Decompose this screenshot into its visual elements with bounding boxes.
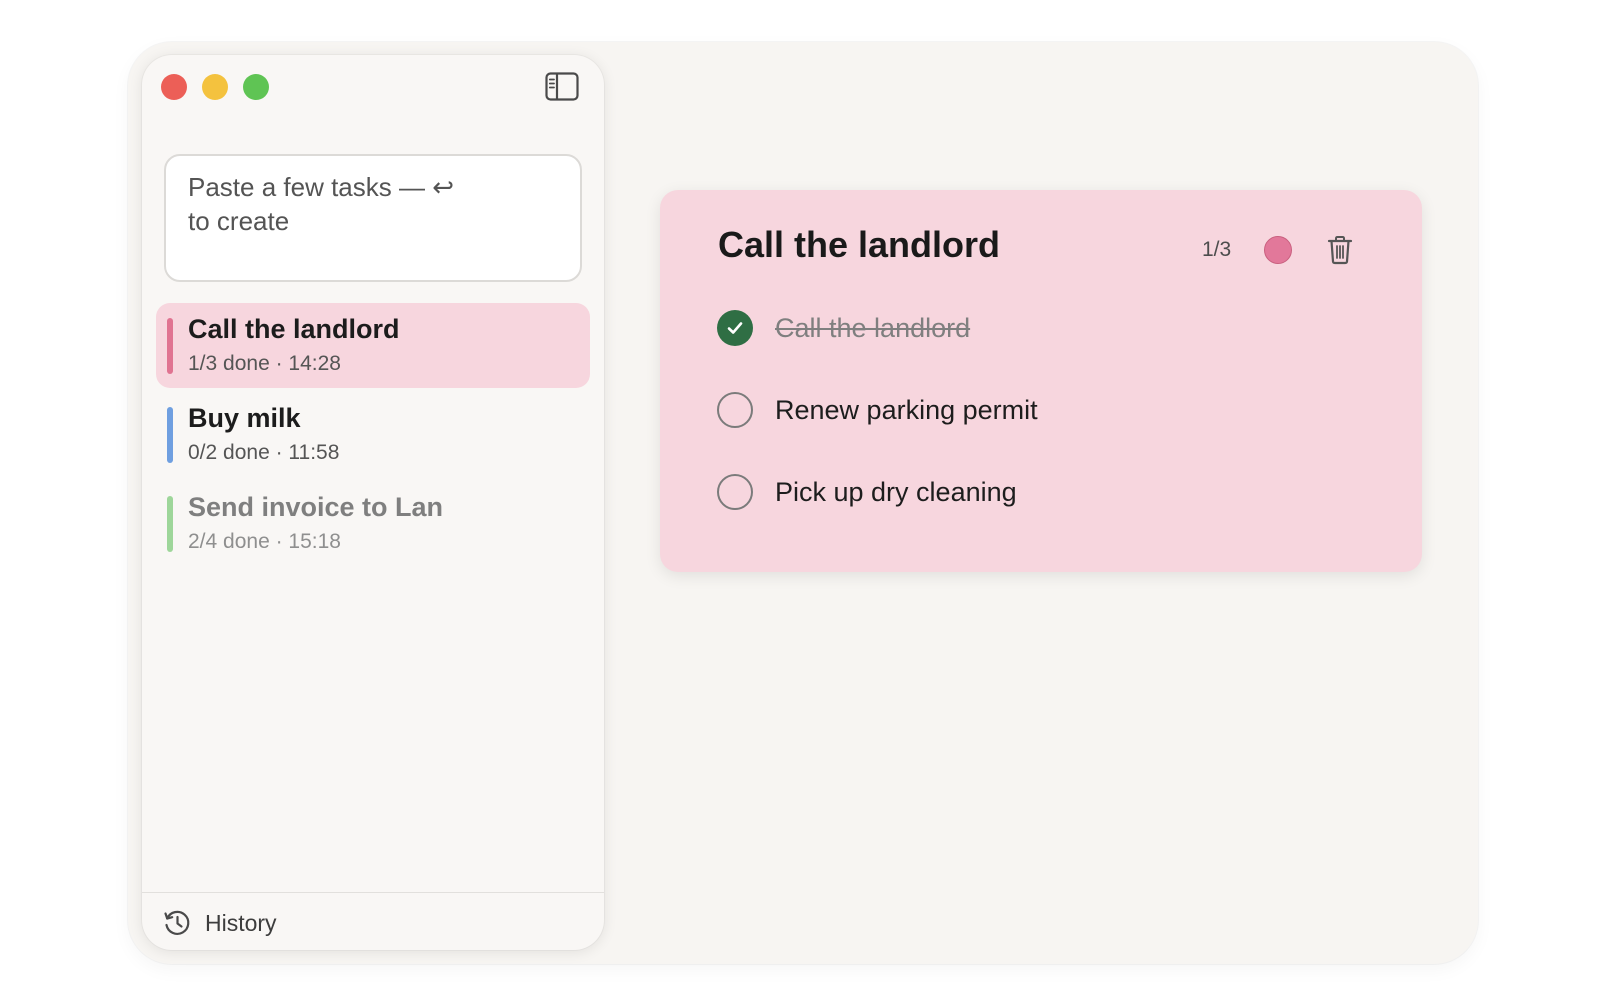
card-title[interactable]: Call the landlord [718,224,1000,266]
task-checkbox[interactable] [717,392,753,428]
list-item-call-the-landlord[interactable]: Call the landlord 1/3 done · 14:28 [156,303,590,388]
task-checkbox-checked[interactable] [717,310,753,346]
list-item-subtitle: 2/4 done · 15:18 [188,530,341,553]
task-text[interactable]: Renew parking permit [775,395,1038,426]
task-text[interactable]: Call the landlord [775,313,970,344]
sidebar-toggle-icon [545,72,579,101]
task-item: Pick up dry cleaning [717,472,1017,512]
list-color-bar [167,407,173,463]
task-paste-input[interactable]: Paste a few tasks — ↩ to create [164,154,582,282]
completion-count: 1/3 [1202,238,1232,261]
close-window-button[interactable] [161,74,187,100]
task-checkbox[interactable] [717,474,753,510]
checkmark-icon [727,322,743,334]
task-item: Renew parking permit [717,390,1038,430]
list-color-bar [167,318,173,374]
task-item: Call the landlord [717,308,970,348]
zoom-window-button[interactable] [243,74,269,100]
list-item-send-invoice-to-lan[interactable]: Send invoice to Lan 2/4 done · 15:18 [156,481,590,566]
list-item-title: Buy milk [188,403,301,433]
list-item-title: Send invoice to Lan [188,492,444,522]
trash-icon [1327,236,1353,265]
delete-list-button[interactable] [1326,234,1354,266]
history-button[interactable]: History [162,906,277,940]
list-item-subtitle: 1/3 done · 14:28 [188,352,341,375]
sidebar-toggle-button[interactable] [545,72,579,102]
task-text[interactable]: Pick up dry cleaning [775,477,1017,508]
list-color-bar [167,496,173,552]
sidebar-divider [142,892,604,893]
task-list-card: Call the landlord 1/3 Call the landlord … [660,190,1422,572]
color-picker-button[interactable] [1264,236,1292,264]
list-item-buy-milk[interactable]: Buy milk 0/2 done · 11:58 [156,392,590,477]
minimize-window-button[interactable] [202,74,228,100]
list-item-subtitle: 0/2 done · 11:58 [188,441,340,464]
history-label: History [205,909,277,936]
list-item-title: Call the landlord [188,314,400,344]
history-icon [164,910,190,935]
